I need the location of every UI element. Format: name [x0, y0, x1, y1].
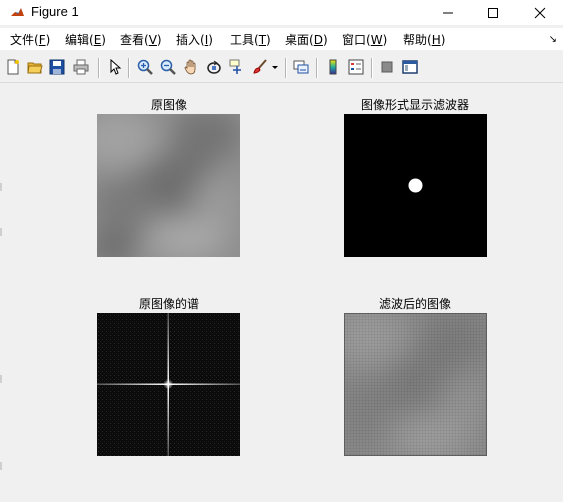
- minimize-icon: [443, 12, 453, 13]
- brush-icon: [253, 59, 267, 74]
- zoom-out-icon: [160, 59, 176, 75]
- window-edge-mark: [0, 183, 2, 191]
- menu-label: 编辑(: [65, 33, 94, 47]
- menu-label-end: ): [266, 33, 271, 47]
- original-image: [97, 114, 240, 257]
- menu-label: 帮助(: [403, 33, 432, 47]
- save-button[interactable]: [46, 56, 68, 78]
- filter-passband-disc: [408, 178, 423, 193]
- menu-desktop[interactable]: 桌面(D): [285, 31, 328, 48]
- menu-accel: H: [431, 33, 441, 47]
- menu-label-end: ): [156, 33, 162, 47]
- maximize-button[interactable]: [470, 0, 516, 25]
- new-figure-button[interactable]: [2, 56, 24, 78]
- menu-label: 文件(: [10, 33, 39, 47]
- toolbar-separator: [128, 58, 130, 78]
- menu-label: 窗口(: [342, 33, 371, 47]
- window-edge-mark: [0, 462, 2, 470]
- data-cursor-icon: [229, 59, 241, 74]
- menu-help[interactable]: 帮助(H): [403, 31, 445, 48]
- data-cursor-button[interactable]: [226, 56, 248, 78]
- zoom-in-button[interactable]: [134, 56, 156, 78]
- menu-label: 工具(: [230, 33, 259, 47]
- pointer-icon: [110, 59, 122, 75]
- toolbar: [0, 52, 563, 83]
- spectrum-image-title: 原图像的谱: [138, 297, 199, 311]
- menu-tools[interactable]: 工具(T): [230, 31, 271, 48]
- filtered-image: [344, 313, 487, 456]
- menu-label-end: ): [101, 33, 106, 47]
- print-icon: [73, 59, 89, 75]
- link-plot-icon: [293, 60, 309, 74]
- menu-label: 查看(: [120, 33, 149, 47]
- title-bar[interactable]: Figure 1: [0, 0, 563, 25]
- toolbar-separator: [285, 58, 287, 78]
- menu-edit[interactable]: 编辑(E): [65, 31, 106, 48]
- close-icon: [534, 7, 546, 18]
- hide-plot-tools-icon: [381, 61, 393, 73]
- open-file-icon: [27, 62, 43, 74]
- menu-insert[interactable]: 插入(I): [176, 31, 213, 48]
- menu-accel: V: [148, 33, 157, 47]
- show-plot-tools-icon: [402, 60, 418, 74]
- print-button[interactable]: [70, 56, 92, 78]
- menu-window[interactable]: 窗口(W): [342, 31, 387, 48]
- brush-dropdown-button[interactable]: [268, 56, 282, 78]
- menu-label-end: ): [382, 33, 388, 47]
- pan-hand-icon: [184, 59, 196, 75]
- menu-file[interactable]: 文件(F): [10, 31, 50, 48]
- spectrum-image: [97, 313, 240, 456]
- toolbar-separator: [371, 58, 373, 78]
- rotate-3d-button[interactable]: [203, 56, 225, 78]
- rotate-3d-icon: [207, 60, 221, 74]
- legend-icon: [348, 59, 364, 75]
- toolbar-separator: [98, 58, 100, 78]
- minimize-button[interactable]: [425, 0, 471, 25]
- filtered-image-title: 滤波后的图像: [378, 297, 451, 311]
- menu-view[interactable]: 查看(V): [120, 31, 162, 48]
- menu-bar: 文件(F) 编辑(E) 查看(V) 插入(I) 工具(T) 桌面(D) 窗口(W…: [0, 28, 563, 50]
- filter-image: [344, 114, 487, 257]
- show-plot-tools-button[interactable]: [399, 56, 421, 78]
- window-title: Figure 1: [31, 4, 79, 19]
- menu-accel: F: [38, 33, 46, 47]
- menu-label-end: ): [208, 33, 213, 47]
- menu-overflow-icon[interactable]: ↘: [549, 34, 557, 45]
- spectrum-dc-peak: [163, 379, 174, 390]
- maximize-icon: [488, 7, 498, 18]
- original-image-title: 原图像: [150, 98, 187, 112]
- menu-label-end: ): [322, 33, 328, 47]
- window-edge-mark: [0, 375, 2, 383]
- window-edge-mark: [0, 228, 2, 236]
- open-file-button[interactable]: [24, 56, 46, 78]
- brush-dropdown-icon: [272, 66, 278, 69]
- pan-button[interactable]: [180, 56, 202, 78]
- hide-plot-tools-button[interactable]: [376, 56, 398, 78]
- legend-button[interactable]: [345, 56, 367, 78]
- colorbar-button[interactable]: [322, 56, 344, 78]
- filter-image-title: 图像形式显示滤波器: [360, 98, 469, 112]
- zoom-in-icon: [137, 59, 153, 75]
- link-plot-button[interactable]: [290, 56, 312, 78]
- save-icon: [49, 59, 65, 75]
- matlab-logo-icon: [10, 5, 25, 20]
- zoom-out-button[interactable]: [157, 56, 179, 78]
- menu-label: 桌面(: [285, 33, 314, 47]
- menu-accel: W: [370, 33, 383, 47]
- toolbar-separator: [316, 58, 318, 78]
- menu-accel: T: [258, 33, 267, 47]
- colorbar-icon: [329, 59, 337, 75]
- menu-accel: D: [313, 33, 323, 47]
- close-button[interactable]: [517, 0, 563, 25]
- menu-label-end: ): [440, 33, 446, 47]
- menu-label-end: ): [45, 33, 51, 47]
- new-figure-icon: [7, 59, 19, 75]
- menu-label: 插入(: [176, 33, 205, 47]
- pointer-button[interactable]: [104, 56, 126, 78]
